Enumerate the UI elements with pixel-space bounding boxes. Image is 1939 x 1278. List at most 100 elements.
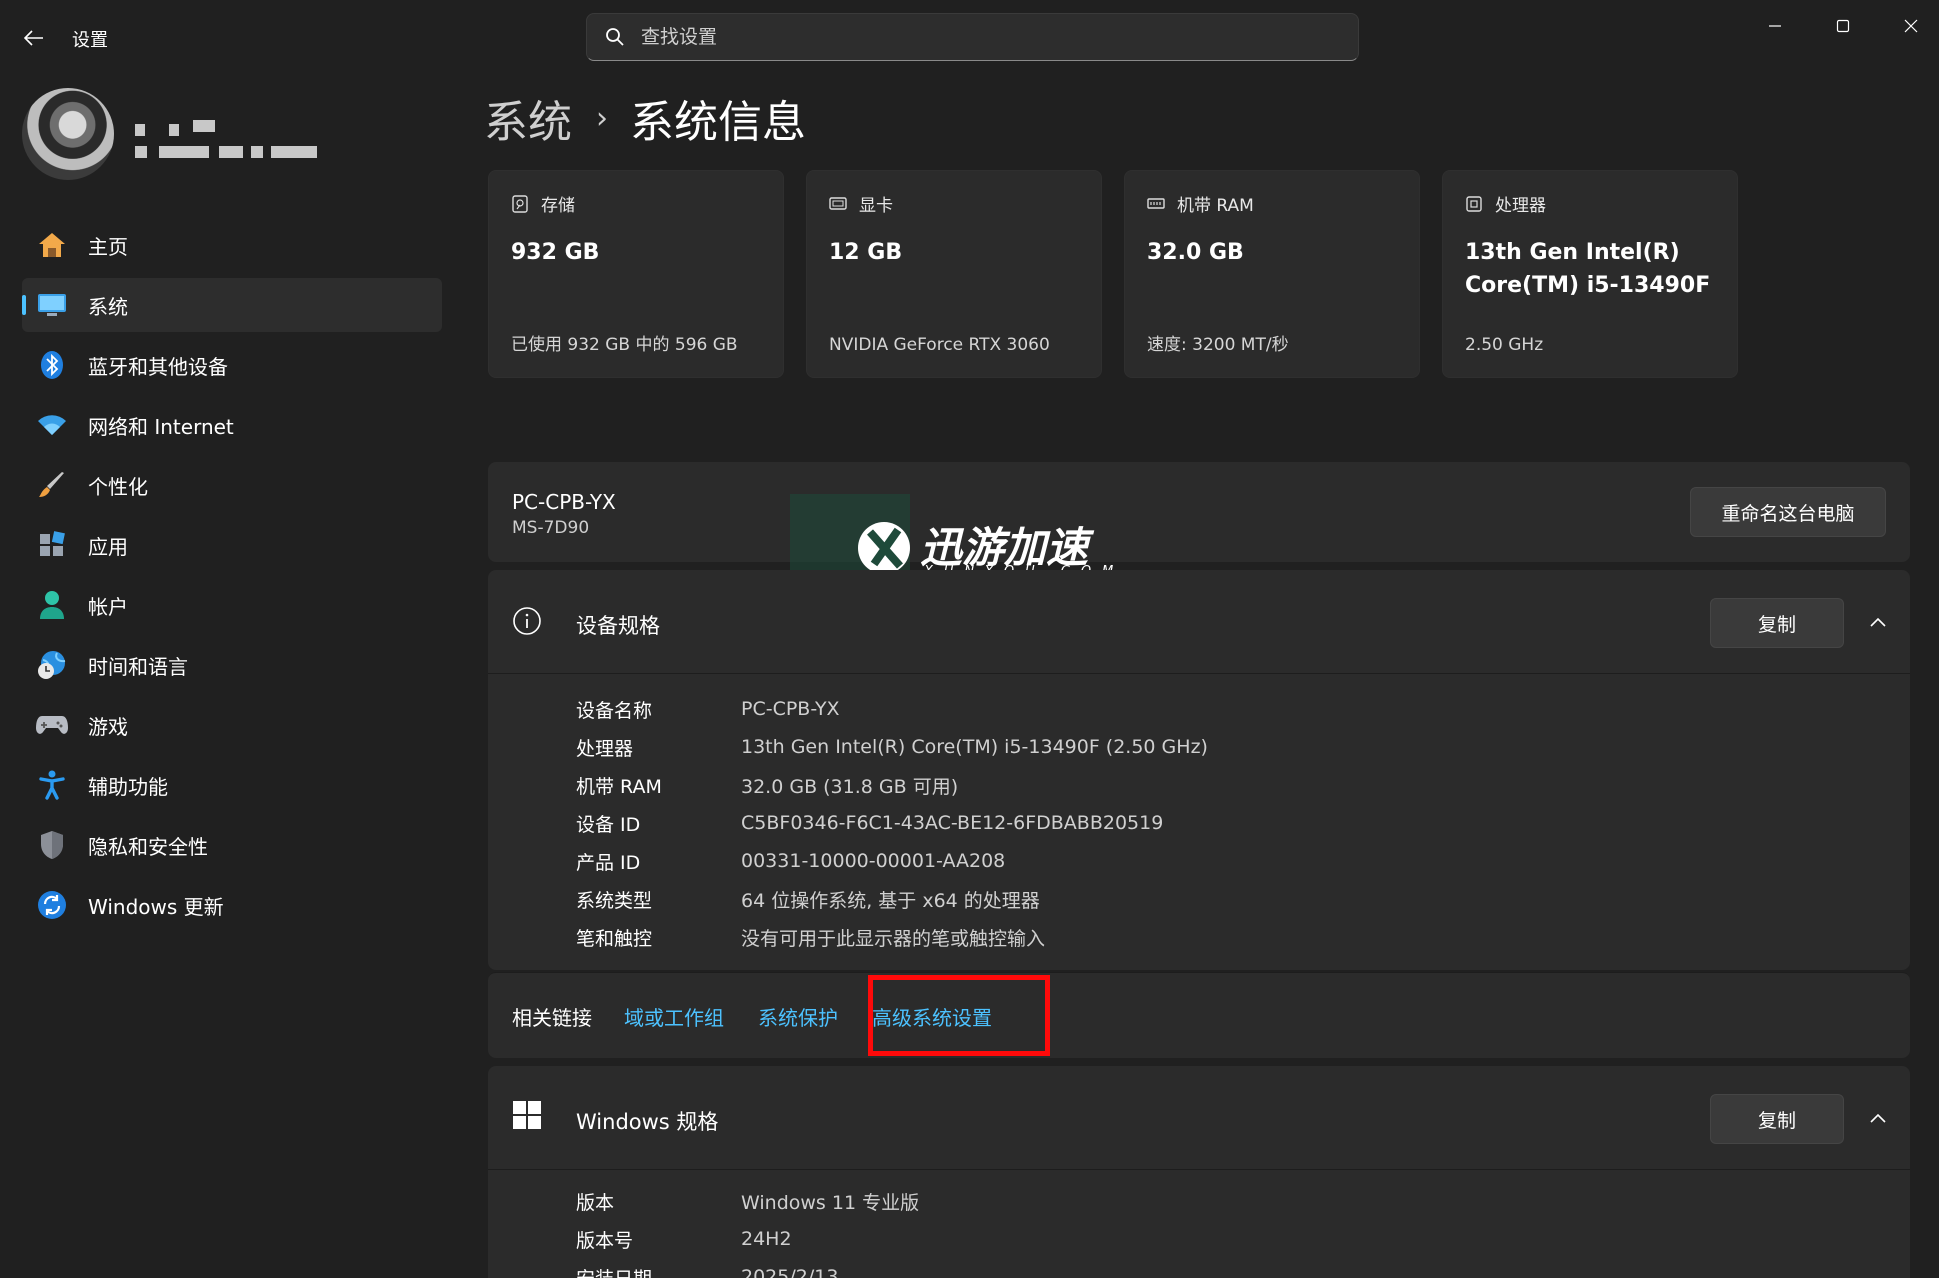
gpu-icon bbox=[829, 196, 847, 210]
sidebar-item-personalization[interactable]: 个性化 bbox=[22, 458, 442, 512]
link-domain-workgroup[interactable]: 域或工作组 bbox=[624, 1002, 724, 1031]
home-icon bbox=[36, 229, 68, 261]
windows-logo-icon bbox=[513, 1101, 541, 1129]
device-specs-panel: 设备规格 复制 设备名称 PC-CPB-YX 处理器 13th Gen Intel(… bbox=[488, 570, 1910, 970]
card-subtext: 已使用 932 GB 中的 596 GB bbox=[511, 335, 738, 355]
spec-value: 没有可用于此显示器的笔或触控输入 bbox=[741, 927, 1046, 950]
back-button[interactable] bbox=[14, 22, 54, 54]
info-icon bbox=[513, 607, 541, 635]
sidebar-item-time-language[interactable]: 时间和语言 bbox=[22, 638, 442, 692]
card-value: 12 GB bbox=[829, 240, 903, 265]
search-input[interactable] bbox=[641, 26, 1241, 48]
gpu-card[interactable]: 显卡 12 GB NVIDIA GeForce RTX 3060 bbox=[806, 170, 1102, 378]
pc-model: MS-7D90 bbox=[512, 518, 590, 538]
cpu-card[interactable]: 处理器 13th Gen Intel(R) Core(TM) i5-13490F… bbox=[1442, 170, 1738, 378]
spec-value: PC-CPB-YX bbox=[741, 698, 840, 720]
spec-key: 产品 ID bbox=[576, 851, 641, 874]
spec-row: 版本 Windows 11 专业版 bbox=[576, 1182, 919, 1220]
shield-icon bbox=[36, 829, 68, 861]
windows-specs-list: 版本 Windows 11 专业版 版本号 24H2 安装日期2025/2/13 bbox=[576, 1182, 919, 1278]
close-icon bbox=[1904, 19, 1918, 33]
maximize-icon bbox=[1836, 19, 1850, 33]
arrow-left-icon bbox=[24, 30, 43, 46]
storage-icon bbox=[512, 194, 528, 213]
storage-card[interactable]: 存储 932 GB 已使用 932 GB 中的 596 GB bbox=[488, 170, 784, 378]
spec-value: 00331-10000-00001-AA208 bbox=[741, 850, 1006, 872]
sidebar-item-home[interactable]: 主页 bbox=[22, 218, 442, 272]
spec-key: 机带 RAM bbox=[576, 775, 662, 798]
spec-key: 处理器 bbox=[576, 737, 634, 760]
spec-value: 64 位操作系统, 基于 x64 的处理器 bbox=[741, 889, 1040, 912]
spec-row: 版本号 24H2 bbox=[576, 1220, 919, 1258]
sidebar-item-network[interactable]: 网络和 Internet bbox=[22, 398, 442, 452]
person-icon bbox=[36, 589, 68, 621]
device-specs-header[interactable]: 设备规格 复制 bbox=[488, 570, 1910, 674]
search-box[interactable] bbox=[586, 13, 1359, 61]
card-title: 处理器 bbox=[1495, 196, 1546, 216]
windows-specs-header[interactable]: Windows 规格 复制 bbox=[488, 1066, 1910, 1170]
highlight-annotation bbox=[868, 975, 1050, 1056]
breadcrumb-root[interactable]: 系统 bbox=[484, 86, 572, 150]
windows-specs-title: Windows 规格 bbox=[576, 1110, 719, 1134]
search-icon bbox=[606, 28, 624, 46]
spec-key: 安装日期 bbox=[576, 1264, 741, 1278]
card-value: 32.0 GB bbox=[1147, 240, 1244, 265]
device-specs-list: 设备名称 PC-CPB-YX 处理器 13th Gen Intel(R) Core(… bbox=[576, 690, 1208, 956]
sidebar-item-bluetooth[interactable]: 蓝牙和其他设备 bbox=[22, 338, 442, 392]
spec-key: 版本 bbox=[576, 1191, 615, 1214]
copy-windows-specs-button[interactable]: 复制 bbox=[1710, 1094, 1844, 1144]
rename-pc-button[interactable]: 重命名这台电脑 bbox=[1690, 487, 1886, 537]
spec-value: 2025/2/13 bbox=[741, 1266, 839, 1278]
globe-clock-icon bbox=[36, 649, 68, 681]
card-title: 显卡 bbox=[859, 196, 893, 216]
related-links-title: 相关链接 bbox=[512, 1005, 592, 1030]
spec-value: 13th Gen Intel(R) Core(TM) i5-13490F (2.… bbox=[741, 736, 1208, 758]
breadcrumb: 系统 › 系统信息 bbox=[484, 86, 806, 150]
maximize-button[interactable] bbox=[1820, 10, 1866, 42]
chevron-up-icon bbox=[1870, 1113, 1886, 1123]
app-title: 设置 bbox=[72, 30, 108, 51]
copy-device-specs-button[interactable]: 复制 bbox=[1710, 598, 1844, 648]
card-value: 13th Gen Intel(R) Core(TM) i5-13490F bbox=[1465, 240, 1711, 298]
wifi-icon bbox=[36, 409, 68, 441]
link-system-protection[interactable]: 系统保护 bbox=[758, 1002, 838, 1031]
spec-value: 32.0 GB (31.8 GB 可用) bbox=[741, 775, 959, 798]
sidebar-item-privacy[interactable]: 隐私和安全性 bbox=[22, 818, 442, 872]
breadcrumb-separator: › bbox=[596, 100, 608, 136]
page-title: 系统信息 bbox=[630, 97, 806, 148]
spec-key: 设备名称 bbox=[576, 699, 653, 722]
spec-row: 系统类型 64 位操作系统, 基于 x64 的处理器 bbox=[576, 880, 1208, 918]
update-icon bbox=[36, 889, 68, 921]
ram-icon bbox=[1147, 197, 1165, 209]
pc-name: PC-CPB-YX bbox=[512, 490, 616, 514]
sidebar-item-apps[interactable]: 应用 bbox=[22, 518, 442, 572]
accessibility-icon bbox=[36, 769, 68, 801]
close-button[interactable] bbox=[1888, 10, 1934, 42]
spec-row: 处理器 13th Gen Intel(R) Core(TM) i5-13490F … bbox=[576, 728, 1208, 766]
spec-row: 产品 ID 00331-10000-00001-AA208 bbox=[576, 842, 1208, 880]
sidebar-item-accounts[interactable]: 帐户 bbox=[22, 578, 442, 632]
monitor-icon bbox=[36, 289, 68, 321]
minimize-button[interactable] bbox=[1752, 10, 1798, 42]
spec-row: 安装日期2025/2/13 bbox=[576, 1258, 919, 1278]
related-links-panel: 相关链接 域或工作组 系统保护 高级系统设置 bbox=[488, 972, 1910, 1058]
spec-row: 笔和触控 没有可用于此显示器的笔或触控输入 bbox=[576, 918, 1208, 956]
collapse-device-specs-button[interactable] bbox=[1862, 606, 1894, 638]
spec-row: 机带 RAM 32.0 GB (31.8 GB 可用) bbox=[576, 766, 1208, 804]
spec-value: Windows 11 专业版 bbox=[741, 1191, 920, 1214]
sidebar-item-gaming[interactable]: 游戏 bbox=[22, 698, 442, 752]
avatar[interactable] bbox=[22, 88, 114, 180]
minimize-icon bbox=[1769, 25, 1781, 27]
windows-specs-panel: Windows 规格 复制 版本 Windows 11 专业版 版本号 24H2 安… bbox=[488, 1066, 1910, 1278]
bluetooth-icon bbox=[36, 349, 68, 381]
apps-icon bbox=[36, 529, 68, 561]
ram-card[interactable]: 机带 RAM 32.0 GB 速度: 3200 MT/秒 bbox=[1124, 170, 1420, 378]
card-title: 机带 RAM bbox=[1177, 196, 1254, 216]
sidebar-item-accessibility[interactable]: 辅助功能 bbox=[22, 758, 442, 812]
brush-icon bbox=[36, 469, 68, 501]
collapse-windows-specs-button[interactable] bbox=[1862, 1102, 1894, 1134]
sidebar-item-windows-update[interactable]: Windows 更新 bbox=[22, 878, 442, 932]
sidebar-item-system[interactable]: 系统 bbox=[22, 278, 442, 332]
spec-key: 笔和触控 bbox=[576, 927, 653, 950]
sidebar-nav: 主页 系统 蓝牙和其他设备 网络和 Internet 个性化 应用 帐户 时间和… bbox=[22, 218, 442, 938]
